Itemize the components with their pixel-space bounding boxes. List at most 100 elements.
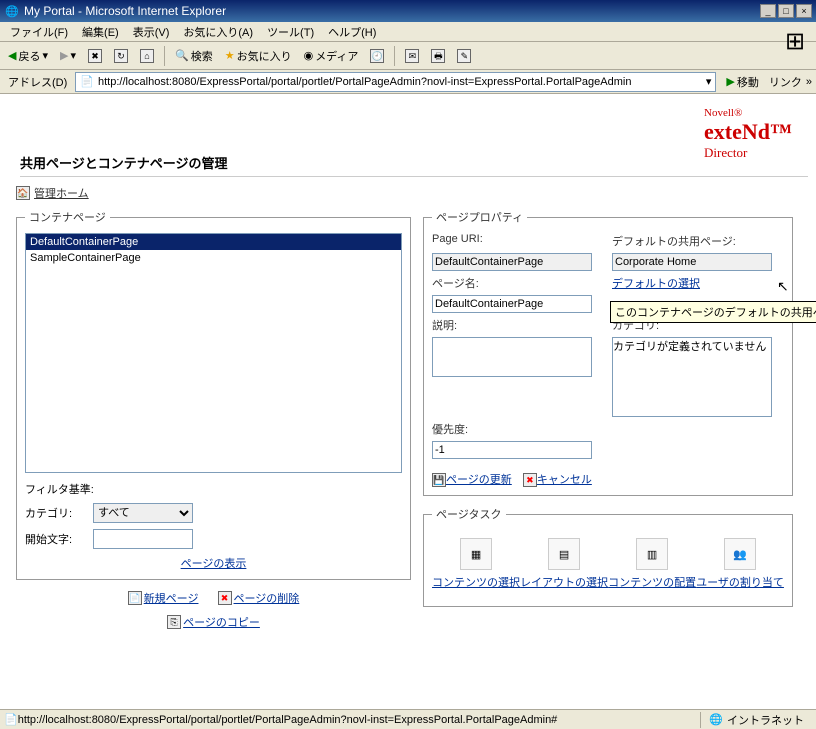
admin-home-row: 🏠 管理ホーム <box>16 185 808 201</box>
default-shared-value <box>612 253 772 271</box>
show-pages-link[interactable]: ページの表示 <box>181 558 247 570</box>
zone-label: イントラネット <box>727 712 804 728</box>
admin-home-link[interactable]: 管理ホーム <box>34 185 89 201</box>
menu-help[interactable]: ヘルプ(H) <box>322 22 382 42</box>
container-listbox[interactable]: DefaultContainerPage SampleContainerPage <box>25 233 402 473</box>
tooltip: このコンテナページのデフォルトの共用ページを変更します <box>610 301 816 323</box>
menu-view[interactable]: 表示(V) <box>127 22 176 42</box>
delete-icon: ✖ <box>218 591 232 605</box>
print-button[interactable]: 🖶 <box>427 47 449 65</box>
filter-category-row: カテゴリ: すべて <box>25 503 402 523</box>
toolbar-separator <box>394 46 395 66</box>
favorites-label: お気に入り <box>237 48 292 64</box>
category-select[interactable]: すべて <box>93 503 193 523</box>
new-icon: 📄 <box>128 591 142 605</box>
addressbar: アドレス(D) 📄 http://localhost:8080/ExpressP… <box>0 70 816 94</box>
url-input[interactable]: 📄 http://localhost:8080/ExpressPortal/po… <box>75 72 716 92</box>
menubar: ファイル(F) 編集(E) 表示(V) お気に入り(A) ツール(T) ヘルプ(… <box>0 22 816 42</box>
cancel-icon: ✖ <box>523 473 537 487</box>
history-button[interactable]: 🕘 <box>366 47 388 65</box>
toolbar: ◀戻る ▾ ▶ ▾ ✖ ↻ ⌂ 🔍検索 ★お気に入り ◉メディア 🕘 ✉ 🖶 ✎ <box>0 42 816 70</box>
delete-page-label: ページの削除 <box>234 590 300 606</box>
delete-page-action[interactable]: ✖ページの削除 <box>218 590 300 606</box>
maximize-button[interactable]: □ <box>778 4 794 18</box>
page-actions: 📄新規ページ ✖ページの削除 <box>16 590 411 606</box>
container-legend: コンテナページ <box>25 209 110 225</box>
desc-label: 説明: <box>432 317 592 333</box>
go-label: 移動 <box>737 74 759 90</box>
security-zone: 🌐 イントラネット <box>700 712 812 728</box>
category-textarea: カテゴリが定義されていません <box>612 337 772 417</box>
media-button[interactable]: ◉メディア <box>300 46 363 66</box>
name-input[interactable] <box>432 295 592 313</box>
task-assign-users[interactable]: 👥 ユーザの割り当て <box>696 538 784 590</box>
address-label: アドレス(D) <box>4 74 71 90</box>
home-admin-icon: 🏠 <box>16 186 30 200</box>
desc-textarea[interactable] <box>432 337 592 377</box>
tasks-legend: ページタスク <box>432 506 506 522</box>
dropdown-icon[interactable]: ▾ <box>706 75 712 88</box>
copy-page-action[interactable]: ⎘ページのコピー <box>167 614 260 630</box>
home-button[interactable]: ⌂ <box>136 47 158 65</box>
brand-novell: Novell® <box>704 107 792 119</box>
page-title: 共用ページとコンテナページの管理 <box>20 153 808 177</box>
tasks-fieldset: ページタスク ▦ コンテンツの選択 ▤ レイアウトの選択 ▥ コンテンツの配置 <box>423 506 793 607</box>
task-select-layout[interactable]: ▤ レイアウトの選択 <box>520 538 608 590</box>
task-label: コンテンツの選択 <box>432 574 520 590</box>
refresh-button[interactable]: ↻ <box>110 47 132 65</box>
brand-logo: Novell® exteNd™ Director <box>704 107 792 161</box>
save-icon: 💾 <box>432 473 446 487</box>
chevron-right-icon[interactable]: » <box>806 76 812 88</box>
update-page-action[interactable]: 💾ページの更新 <box>432 474 512 486</box>
start-input[interactable] <box>93 529 193 549</box>
cancel-action[interactable]: ✖キャンセル <box>523 474 592 486</box>
select-default-link[interactable]: デフォルトの選択 <box>612 275 772 291</box>
task-arrange-content[interactable]: ▥ コンテンツの配置 <box>608 538 696 590</box>
minimize-button[interactable]: _ <box>760 4 776 18</box>
cursor-icon: ↖ <box>777 278 789 295</box>
brand-director: Director <box>704 145 792 161</box>
mail-icon: ✉ <box>405 49 419 63</box>
properties-legend: ページプロパティ <box>432 209 527 225</box>
list-item[interactable]: DefaultContainerPage <box>26 234 401 250</box>
menu-favorites[interactable]: お気に入り(A) <box>177 22 259 42</box>
url-text: http://localhost:8080/ExpressPortal/port… <box>98 76 706 88</box>
filter-label: フィルタ基準: <box>25 481 402 497</box>
menu-tools[interactable]: ツール(T) <box>261 22 320 42</box>
name-label: ページ名: <box>432 275 592 291</box>
refresh-icon: ↻ <box>114 49 128 63</box>
uri-label: Page URI: <box>432 233 592 249</box>
content-icon: ▦ <box>460 538 492 570</box>
category-label: カテゴリ: <box>25 505 85 521</box>
close-button[interactable]: × <box>796 4 812 18</box>
statusbar: 📄 http://localhost:8080/ExpressPortal/po… <box>0 709 816 729</box>
page-content: Novell® exteNd™ Director 共用ページとコンテナページの管… <box>0 94 816 709</box>
stop-button[interactable]: ✖ <box>84 47 106 65</box>
print-icon: 🖶 <box>431 49 445 63</box>
page-icon: 📄 <box>80 75 94 88</box>
priority-input[interactable] <box>432 441 592 459</box>
properties-grid: Page URI: デフォルトの共用ページ: ページ名: デフォルトの選択 説明… <box>432 233 784 459</box>
priority-label: 優先度: <box>432 421 592 437</box>
copy-icon: ⎘ <box>167 615 181 629</box>
list-item[interactable]: SampleContainerPage <box>26 250 401 266</box>
back-button[interactable]: ◀戻る ▾ <box>4 46 52 66</box>
stop-icon: ✖ <box>88 49 102 63</box>
mail-button[interactable]: ✉ <box>401 47 423 65</box>
go-button[interactable]: ▶移動 <box>720 72 764 92</box>
links-label[interactable]: リンク <box>769 74 802 90</box>
menu-edit[interactable]: 編集(E) <box>76 22 125 42</box>
home-icon: ⌂ <box>140 49 154 63</box>
task-select-content[interactable]: ▦ コンテンツの選択 <box>432 538 520 590</box>
forward-button[interactable]: ▶ ▾ <box>56 47 80 64</box>
update-label: ページの更新 <box>446 474 512 486</box>
edit-button[interactable]: ✎ <box>453 47 475 65</box>
favorites-button[interactable]: ★お気に入り <box>221 46 296 66</box>
status-page-icon: 📄 <box>4 713 18 726</box>
menu-file[interactable]: ファイル(F) <box>4 22 74 42</box>
new-page-action[interactable]: 📄新規ページ <box>128 590 199 606</box>
windows-logo-icon: ⊞ <box>776 22 814 60</box>
search-label: 検索 <box>191 48 213 64</box>
search-button[interactable]: 🔍検索 <box>171 46 217 66</box>
media-label: メディア <box>315 48 358 64</box>
